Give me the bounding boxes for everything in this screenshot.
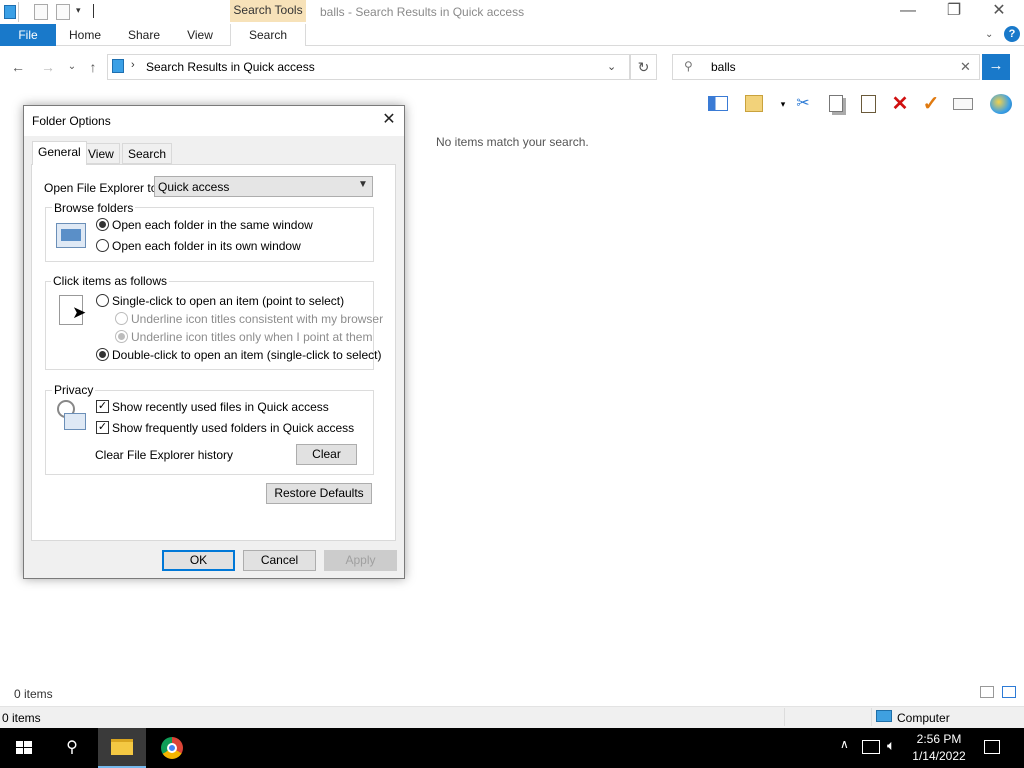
file-explorer-taskbar-icon[interactable]: [98, 728, 146, 768]
divider: [18, 2, 19, 22]
underline-point-label[interactable]: Underline icon titles only when I point …: [131, 330, 372, 344]
divider: [871, 708, 872, 726]
tab-view-options[interactable]: View: [82, 143, 120, 164]
underline-browser-label[interactable]: Underline icon titles consistent with my…: [131, 312, 383, 326]
same-window-label[interactable]: Open each folder in the same window: [112, 218, 313, 232]
frequent-folders-checkbox[interactable]: ✓: [96, 421, 109, 434]
search-taskbar-icon[interactable]: ⚲: [48, 728, 96, 768]
qat-dropdown-icon[interactable]: ▾: [76, 5, 81, 16]
underline-point-radio[interactable]: [115, 330, 128, 343]
single-click-label[interactable]: Single-click to open an item (point to s…: [112, 294, 344, 308]
app-icon: [4, 5, 16, 19]
tab-search-options[interactable]: Search: [122, 143, 173, 164]
recent-files-label[interactable]: Show recently used files in Quick access: [112, 400, 329, 414]
refresh-button[interactable]: ↻: [630, 54, 657, 80]
recent-locations-icon[interactable]: ⌄: [62, 58, 82, 76]
frequent-folders-label[interactable]: Show frequently used folders in Quick ac…: [112, 421, 354, 435]
double-click-radio[interactable]: [96, 348, 109, 361]
dialog-title: Folder Options: [32, 114, 111, 128]
restore-button[interactable]: ❐: [931, 0, 977, 24]
double-click-label[interactable]: Double-click to open an item (single-cli…: [112, 348, 381, 362]
tab-general[interactable]: General: [32, 141, 87, 165]
search-query[interactable]: balls: [711, 60, 736, 74]
tray-chevron-icon[interactable]: ∧: [840, 737, 849, 751]
own-window-label[interactable]: Open each folder in its own window: [112, 239, 301, 253]
own-window-radio[interactable]: [96, 239, 109, 252]
tab-home[interactable]: Home: [60, 24, 110, 46]
browse-folders-group: [45, 207, 374, 262]
back-button[interactable]: ←: [8, 58, 28, 76]
forward-button[interactable]: →: [38, 58, 58, 76]
ok-button[interactable]: OK: [162, 550, 235, 571]
cancel-button[interactable]: Cancel: [243, 550, 316, 571]
computer-icon: [876, 710, 892, 722]
chevron-down-icon[interactable]: ▼: [358, 179, 368, 190]
select-icon[interactable]: [952, 93, 974, 115]
divider: [93, 4, 94, 18]
quick-access-icon: [112, 59, 124, 73]
tab-share[interactable]: Share: [120, 24, 168, 46]
network-icon[interactable]: [862, 740, 880, 754]
properties-icon[interactable]: [34, 4, 48, 20]
chrome-taskbar-icon[interactable]: [148, 728, 196, 768]
underline-browser-radio[interactable]: [115, 312, 128, 325]
clear-search-icon[interactable]: ✕: [960, 59, 971, 75]
minimize-button[interactable]: —: [885, 0, 931, 24]
delete-icon[interactable]: ✕: [889, 93, 911, 115]
status-location: Computer: [897, 711, 950, 725]
details-view-icon[interactable]: [980, 686, 994, 698]
navigation-pane-icon[interactable]: [707, 93, 729, 115]
properties-icon[interactable]: [743, 93, 765, 115]
rename-icon[interactable]: ✓: [920, 93, 942, 115]
clear-history-label: Clear File Explorer history: [95, 448, 234, 462]
open-to-label: Open File Explorer to:: [44, 181, 161, 195]
address-path[interactable]: Search Results in Quick access: [146, 60, 315, 74]
new-folder-icon[interactable]: [56, 4, 70, 20]
large-icons-view-icon[interactable]: [1002, 686, 1016, 698]
mouse-pointer-icon: ➤: [72, 303, 87, 322]
close-button[interactable]: ✕: [976, 0, 1022, 24]
tab-file[interactable]: File: [0, 24, 56, 46]
clear-history-button[interactable]: Clear: [296, 444, 357, 465]
address-dropdown-icon[interactable]: ⌄: [607, 60, 616, 73]
up-button[interactable]: ↑: [83, 58, 103, 76]
privacy-files-icon: [64, 413, 86, 430]
browse-folders-icon: [56, 223, 86, 248]
search-icon: ⚲: [684, 59, 693, 73]
clock-date: 1/14/2022: [912, 749, 966, 763]
context-tab-header: Search Tools: [230, 0, 306, 22]
tab-search[interactable]: Search: [230, 24, 306, 46]
breadcrumb-chevron-icon[interactable]: ›: [131, 59, 135, 71]
browse-folders-title: Browse folders: [52, 201, 136, 215]
ribbon-expand-icon[interactable]: ⌄: [985, 29, 993, 40]
open-to-value[interactable]: Quick access: [158, 180, 229, 194]
notifications-icon[interactable]: [984, 740, 1000, 754]
empty-message: No items match your search.: [436, 135, 589, 149]
cut-icon[interactable]: ✂: [792, 93, 814, 115]
search-go-button[interactable]: →: [982, 54, 1010, 80]
privacy-title: Privacy: [52, 383, 96, 397]
same-window-radio[interactable]: [96, 218, 109, 231]
restore-defaults-button[interactable]: Restore Defaults: [266, 483, 372, 504]
start-button[interactable]: [0, 728, 48, 768]
copy-icon[interactable]: [825, 93, 847, 115]
clock[interactable]: 2:56 PM 1/14/2022: [904, 731, 974, 765]
volume-icon[interactable]: 🔈︎: [887, 737, 895, 754]
item-count: 0 items: [14, 687, 53, 701]
properties-dropdown-icon[interactable]: ▾: [772, 93, 794, 115]
divider: [784, 708, 785, 726]
tab-view[interactable]: View: [178, 24, 222, 46]
click-items-title: Click items as follows: [51, 274, 170, 288]
status-item-count: 0 items: [2, 711, 41, 725]
help-button[interactable]: ?: [1004, 26, 1020, 42]
clock-time: 2:56 PM: [916, 732, 962, 746]
window-title: balls - Search Results in Quick access: [320, 5, 525, 19]
apply-button[interactable]: Apply: [324, 550, 397, 571]
paste-icon[interactable]: [857, 93, 879, 115]
single-click-radio[interactable]: [96, 294, 109, 307]
dialog-close-button[interactable]: ✕: [378, 110, 400, 130]
recent-files-checkbox[interactable]: ✓: [96, 400, 109, 413]
globe-icon[interactable]: [990, 93, 1012, 115]
